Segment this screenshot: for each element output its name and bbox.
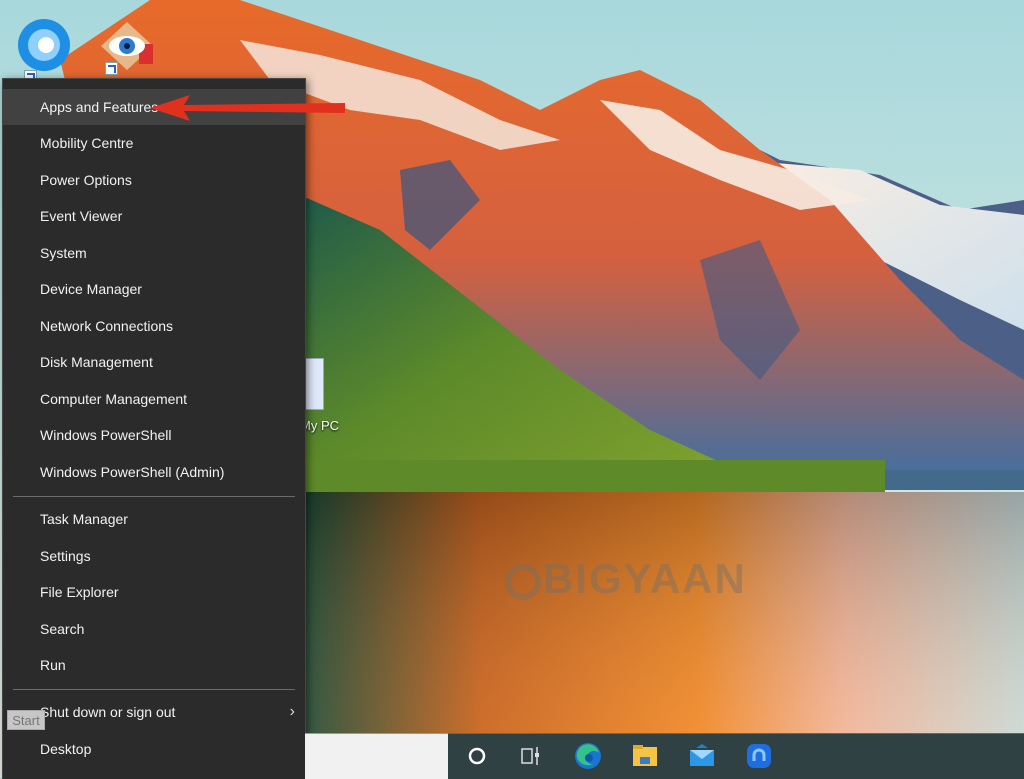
menu-item-label: Run xyxy=(40,657,66,673)
lock-app-icon[interactable] xyxy=(744,741,774,771)
menu-item-label: Event Viewer xyxy=(40,208,123,224)
menu-item-run[interactable]: Run xyxy=(3,647,305,683)
menu-item-label: Device Manager xyxy=(40,281,142,297)
desktop-icon-eye-app[interactable] xyxy=(95,18,159,78)
menu-item-label: Computer Management xyxy=(40,391,188,407)
menu-item-label: Network Connections xyxy=(40,318,174,334)
menu-item-label: Search xyxy=(40,621,85,637)
desktop-icon-blue-app[interactable] xyxy=(10,15,74,83)
start-tooltip: Start xyxy=(7,710,45,730)
menu-item-event-viewer[interactable]: Event Viewer xyxy=(3,198,305,234)
menu-item-shut-down-or-sign-out[interactable]: Shut down or sign out › xyxy=(3,694,305,730)
annotation-arrow-icon xyxy=(150,95,345,121)
menu-item-disk-management[interactable]: Disk Management xyxy=(3,344,305,380)
taskbar xyxy=(448,733,1024,779)
menu-item-label: Settings xyxy=(40,548,91,564)
watermark-text: BIGYAAN xyxy=(543,555,747,602)
menu-item-network-connections[interactable]: Network Connections xyxy=(3,308,305,344)
taskbar-search-box[interactable] xyxy=(305,733,448,779)
chevron-right-icon: › xyxy=(289,703,295,720)
blue-swirl-app-icon xyxy=(18,19,70,71)
task-view-icon[interactable] xyxy=(516,741,546,771)
menu-item-label: File Explorer xyxy=(40,584,119,600)
menu-item-label: Desktop xyxy=(40,741,92,757)
menu-separator xyxy=(13,496,295,497)
watermark-logo-icon xyxy=(505,563,541,600)
file-explorer-icon[interactable] xyxy=(630,741,660,771)
menu-item-search[interactable]: Search xyxy=(3,611,305,647)
watermark: BIGYAAN xyxy=(505,555,747,603)
menu-item-windows-powershell[interactable]: Windows PowerShell xyxy=(3,417,305,453)
menu-item-label: Apps and Features xyxy=(40,99,159,115)
winx-context-menu: Apps and Features Mobility Centre Power … xyxy=(2,78,306,779)
menu-item-label: Shut down or sign out xyxy=(40,704,176,720)
menu-item-label: Windows PowerShell xyxy=(40,427,172,443)
cortana-icon[interactable] xyxy=(462,741,492,771)
menu-item-power-options[interactable]: Power Options xyxy=(3,162,305,198)
menu-item-task-manager[interactable]: Task Manager xyxy=(3,501,305,537)
menu-item-settings[interactable]: Settings xyxy=(3,538,305,574)
menu-item-device-manager[interactable]: Device Manager xyxy=(3,271,305,307)
menu-item-label: Task Manager xyxy=(40,511,128,527)
menu-item-file-explorer[interactable]: File Explorer xyxy=(3,574,305,610)
menu-item-label: Windows PowerShell (Admin) xyxy=(40,464,225,480)
menu-item-system[interactable]: System xyxy=(3,235,305,271)
menu-item-label: Disk Management xyxy=(40,354,153,370)
mail-icon[interactable] xyxy=(687,741,717,771)
menu-item-label: System xyxy=(40,245,87,261)
menu-item-label: Power Options xyxy=(40,172,132,188)
edge-icon[interactable] xyxy=(573,741,603,771)
menu-item-desktop[interactable]: Desktop xyxy=(3,731,305,767)
menu-separator xyxy=(13,689,295,690)
menu-item-label: Mobility Centre xyxy=(40,135,134,151)
menu-item-mobility-centre[interactable]: Mobility Centre xyxy=(3,125,305,161)
shortcut-arrow-icon xyxy=(105,62,118,75)
menu-item-computer-management[interactable]: Computer Management xyxy=(3,381,305,417)
menu-item-windows-powershell-admin[interactable]: Windows PowerShell (Admin) xyxy=(3,454,305,490)
